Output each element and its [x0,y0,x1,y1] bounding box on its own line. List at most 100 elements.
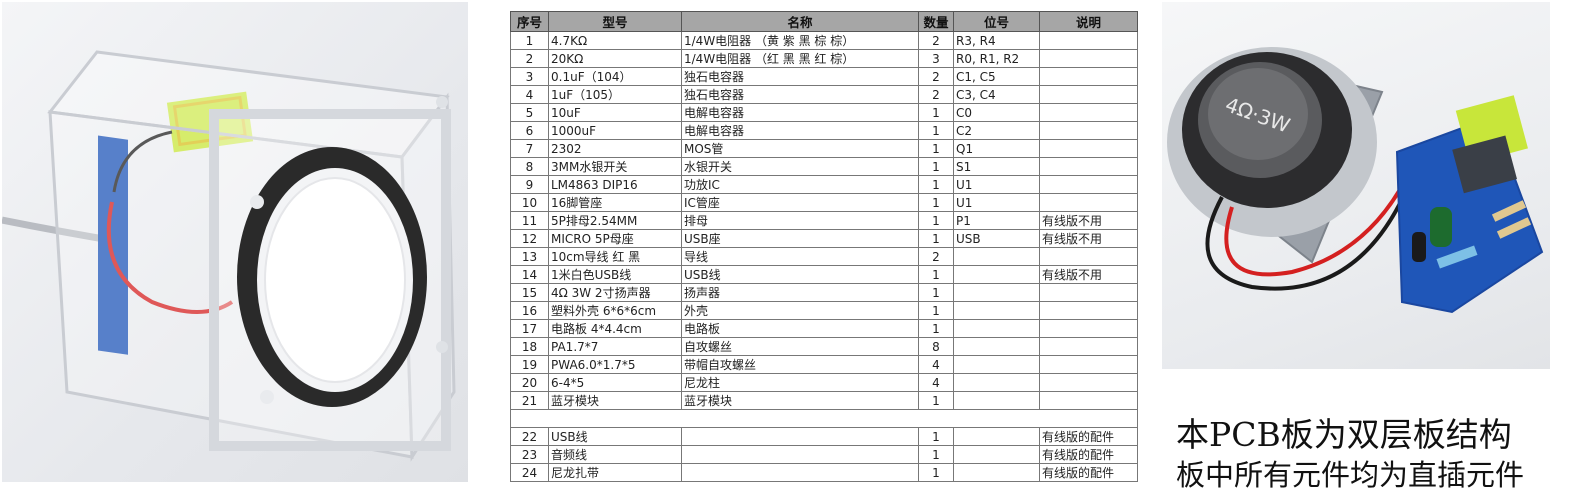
table-cell: 1/4W电阻器 （红 黑 黑 红 棕） [681,49,919,68]
table-cell [953,265,1040,284]
empty-cell [953,409,1040,428]
table-cell [681,445,919,464]
table-cell: 1 [510,31,549,50]
table-cell: 22 [510,427,549,446]
table-cell: 1 [918,265,954,284]
header-note: 说明 [1039,11,1138,32]
product-photo-pcb: 4Ω·3W [1162,2,1550,369]
table-cell: 1 [918,193,954,212]
table-cell [1039,121,1138,140]
empty-cell [548,409,682,428]
table-cell: 12 [510,229,549,248]
header-model: 型号 [548,11,682,32]
table-row: 13 10cm导线 红 黑导线 2 [510,247,1138,266]
caption-line-2: 板中所有元件均为直插元件 [1176,458,1525,492]
table-cell: 3MM水银开关 [548,157,682,176]
table-cell: U1 [953,193,1040,212]
table-cell: 独石电容器 [681,67,919,86]
table-cell [1039,301,1138,320]
table-cell [1039,139,1138,158]
table-row: 19 PWA6.0*1.7*5 带帽自攻螺丝 4 [510,355,1138,374]
table-cell [1039,337,1138,356]
table-cell: 1米白色USB线 [548,265,682,284]
table-cell: U1 [953,175,1040,194]
table-cell: 6 [510,121,549,140]
table-cell [681,463,919,482]
table-cell: 导线 [681,247,919,266]
table-cell: MICRO 5P母座 [548,229,682,248]
table-cell: P1 [953,211,1040,230]
table-cell [1039,355,1138,374]
table-row: 11 5P排母2.54MM 排母 1 P1 有线版不用 [510,211,1138,230]
table-cell [1039,247,1138,266]
table-row: 21 蓝牙模块 蓝牙模块 1 [510,391,1138,410]
table-cell: 外壳 [681,301,919,320]
bom-table-wrapper: 序号 型号 名称 数量 位号 说明 1 4.7KΩ 1/4W电阻器 （黄 紫 黑 棕… [510,11,1138,482]
table-cell: 电路板 4*4.4cm [548,319,682,338]
table-cell: 2 [918,67,954,86]
table-cell: 5P排母2.54MM [548,211,682,230]
table-cell: 8 [918,337,954,356]
table-cell: 2 [918,85,954,104]
table-row: 7 2302 MOS管 1 Q1 [510,139,1138,158]
table-cell [1039,391,1138,410]
table-cell [953,337,1040,356]
table-cell: 蓝牙模块 [548,391,682,410]
speaker-pcb-illustration: 4Ω·3W [1167,47,1544,314]
table-cell: 5 [510,103,549,122]
table-cell: 0.1uF（104） [548,67,682,86]
table-cell: 14 [510,265,549,284]
table-cell: 7 [510,139,549,158]
table-cell: 功放IC [681,175,919,194]
table-cell: C1, C5 [953,67,1040,86]
table-cell [953,355,1040,374]
table-cell [953,445,1040,464]
table-cell: 有线版的配件 [1039,427,1138,446]
table-cell: 10 [510,193,549,212]
table-cell: 13 [510,247,549,266]
table-cell: 1 [918,283,954,302]
table-row: 15 4Ω 3W 2寸扬声器 扬声器 1 [510,283,1138,302]
table-cell: 有线版不用 [1039,211,1138,230]
table-cell: 4Ω 3W 2寸扬声器 [548,283,682,302]
table-cell: 电路板 [681,319,919,338]
table-cell: 蓝牙模块 [681,391,919,410]
table-cell: 塑料外壳 6*6*6cm [548,301,682,320]
table-row: 14 1米白色USB线 USB线 1 有线版不用 [510,265,1138,284]
table-cell: 21 [510,391,549,410]
table-cell: 20KΩ [548,49,682,68]
table-row: 3 0.1uF（104） 独石电容器 2 C1, C5 [510,67,1138,86]
table-row-accessory: 22 USB线 1 有线版的配件 [510,427,1138,446]
table-cell: 独石电容器 [681,85,919,104]
header-index: 序号 [510,11,549,32]
table-cell: 4 [918,373,954,392]
table-cell: S1 [953,157,1040,176]
table-cell [1039,175,1138,194]
table-cell: 24 [510,463,549,482]
table-cell [953,301,1040,320]
table-cell: 23 [510,445,549,464]
table-cell [953,247,1040,266]
table-cell [953,427,1040,446]
table-cell: IC管座 [681,193,919,212]
table-cell: 1uF（105） [548,85,682,104]
table-cell: 4 [918,355,954,374]
table-cell: 2 [510,49,549,68]
empty-cell [681,409,919,428]
table-cell: C0 [953,103,1040,122]
table-row-accessory: 23 音频线 1 有线版的配件 [510,445,1138,464]
header-designator: 位号 [953,11,1040,32]
table-cell: 4 [510,85,549,104]
table-cell: 6-4*5 [548,373,682,392]
header-name: 名称 [681,11,919,32]
table-cell: 1 [918,121,954,140]
table-cell: 2 [918,247,954,266]
table-cell: 10uF [548,103,682,122]
table-cell [953,463,1040,482]
table-row: 20 6-4*5 尼龙柱 4 [510,373,1138,392]
table-header-row: 序号 型号 名称 数量 位号 说明 [510,11,1138,32]
table-cell: 1 [918,103,954,122]
table-cell: 有线版不用 [1039,229,1138,248]
table-cell: 扬声器 [681,283,919,302]
table-cell: PWA6.0*1.7*5 [548,355,682,374]
